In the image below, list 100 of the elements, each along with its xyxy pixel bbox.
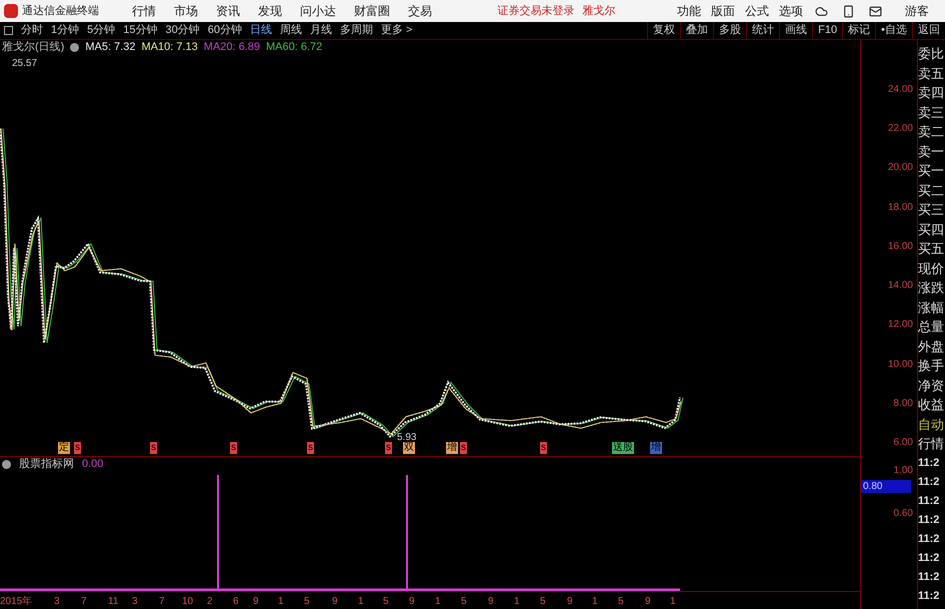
period-tab[interactable]: 多周期 (336, 22, 377, 39)
x-axis-label: 9 (409, 595, 415, 609)
chart-title: 雅戈尔(日线) (2, 40, 64, 55)
period-tab[interactable]: 月线 (306, 22, 336, 39)
y-axis-label: 12.00 (888, 318, 913, 332)
menu-item[interactable]: 公式 (740, 2, 774, 20)
toolbar-button[interactable]: •自选 (875, 22, 912, 39)
menu-item[interactable]: 市场 (165, 2, 207, 20)
menu-item[interactable]: 交易 (399, 2, 441, 20)
period-tab[interactable]: 30分钟 (162, 22, 204, 39)
settings-icon[interactable] (2, 460, 11, 468)
quote-label: 外盘 (918, 338, 945, 356)
toolbar-button[interactable]: 标记 (842, 22, 876, 39)
event-marker[interactable]: s (150, 442, 157, 454)
cloud-icon[interactable] (815, 4, 828, 18)
cursor-value: 0.80 (861, 480, 911, 493)
event-marker[interactable]: 送股 (612, 442, 634, 454)
menu-item[interactable]: 版面 (706, 2, 740, 20)
event-marker[interactable]: 双 (403, 442, 415, 454)
mode-label[interactable]: 行情 (918, 434, 945, 454)
x-axis-label: 5 (304, 595, 310, 609)
x-axis-label: 9 (488, 595, 494, 609)
quote-label: 买五 (918, 240, 945, 258)
y-axis-label: 0.60 (894, 507, 913, 521)
stock-name: 雅戈尔 (582, 4, 616, 19)
event-marker[interactable]: s (540, 442, 547, 454)
time-label: 11:2 (918, 456, 940, 470)
toolbar-button[interactable]: 叠加 (680, 22, 714, 39)
time-label: 11:2 (918, 570, 940, 584)
quote-label: 净资 (918, 376, 945, 394)
time-label: 11:2 (918, 494, 940, 508)
quote-label: 买一 (918, 162, 945, 180)
x-axis-label: 1 (592, 595, 598, 609)
quote-label: 卖三 (918, 104, 945, 122)
x-axis-label: 5 (461, 595, 467, 609)
more-button[interactable]: 更多 > (377, 22, 416, 39)
phone-icon[interactable] (842, 4, 855, 18)
toolbar-button[interactable]: 画线 (779, 22, 812, 39)
quote-label: 卖五 (918, 64, 945, 82)
app-title: 通达信金融终端 (22, 4, 99, 19)
event-marker[interactable]: s (460, 442, 467, 454)
quote-label: 现价 (918, 260, 945, 278)
toolbar-button[interactable]: F10 (812, 22, 842, 39)
x-axis-label: 1 (435, 595, 441, 609)
event-marker[interactable]: 增 (446, 442, 458, 454)
toolbar-button[interactable]: 多股 (713, 22, 746, 39)
x-axis-label: 9 (567, 595, 573, 609)
menu-item[interactable]: 行情 (123, 2, 165, 20)
event-marker[interactable]: 增 (650, 442, 662, 454)
period-tab[interactable]: 60分钟 (204, 22, 246, 39)
x-axis-label: 1 (514, 595, 520, 609)
x-axis-label: 6 (233, 595, 239, 609)
mail-icon[interactable] (869, 4, 882, 18)
high-price-label: 25.57 (12, 57, 38, 71)
x-axis-label: 1 (670, 595, 676, 609)
quote-label: 委比 (918, 45, 945, 63)
event-marker[interactable]: s (307, 442, 314, 454)
time-label: 11:2 (918, 588, 940, 604)
period-tab[interactable]: 日线 (246, 22, 276, 39)
x-axis-label: 5 (618, 595, 624, 609)
login-status[interactable]: 证券交易未登录 (498, 2, 574, 20)
menu-item[interactable]: 资讯 (207, 2, 249, 20)
time-label: 11:2 (918, 512, 940, 528)
user-label[interactable]: 游客 (905, 2, 929, 20)
mode-label[interactable]: 自动 (918, 414, 945, 434)
event-marker[interactable]: s (385, 442, 392, 454)
time-label: 11:2 (918, 474, 940, 490)
ma-legend: MA10: 7.13 (141, 38, 198, 56)
menu-item[interactable]: 选项 (774, 2, 808, 20)
x-axis-label: 3 (132, 595, 138, 609)
panel-toggle-icon[interactable] (4, 26, 13, 35)
x-axis-label: 7 (159, 595, 165, 609)
period-tab[interactable]: 15分钟 (119, 22, 162, 39)
quote-label: 收益 (918, 396, 945, 414)
quote-label: 卖二 (918, 123, 945, 141)
app-logo-icon (4, 4, 18, 18)
y-axis-label: 18.00 (888, 200, 913, 215)
period-tab[interactable]: 周线 (276, 22, 306, 39)
toolbar-button[interactable]: 统计 (746, 22, 780, 39)
event-marker[interactable]: 定 (58, 442, 70, 454)
menu-item[interactable]: 问小达 (291, 2, 345, 20)
quote-label: 总量 (918, 318, 945, 336)
event-marker[interactable]: s (74, 442, 81, 454)
toolbar-button[interactable]: 返回 (912, 22, 945, 39)
period-tab[interactable]: 1分钟 (47, 22, 84, 39)
quote-label: 涨幅 (918, 298, 945, 316)
menu-item[interactable]: 财富圈 (345, 2, 399, 20)
time-label: 11:2 (918, 532, 940, 546)
settings-icon[interactable] (70, 42, 80, 52)
menu-item[interactable]: 功能 (672, 2, 706, 20)
menu-item[interactable]: 发现 (249, 2, 291, 20)
period-tab[interactable]: 5分钟 (83, 22, 120, 39)
event-marker[interactable]: s (230, 442, 237, 454)
quote-label: 买四 (918, 220, 945, 238)
y-axis-label: 8.00 (894, 396, 913, 411)
y-axis-label: 16.00 (888, 240, 913, 254)
ma-legend: MA60: 6.72 (266, 38, 322, 56)
period-tab[interactable]: 分时 (17, 22, 47, 39)
toolbar-button[interactable]: 复权 (647, 22, 680, 39)
ma-legend: MA20: 6.89 (204, 38, 260, 56)
